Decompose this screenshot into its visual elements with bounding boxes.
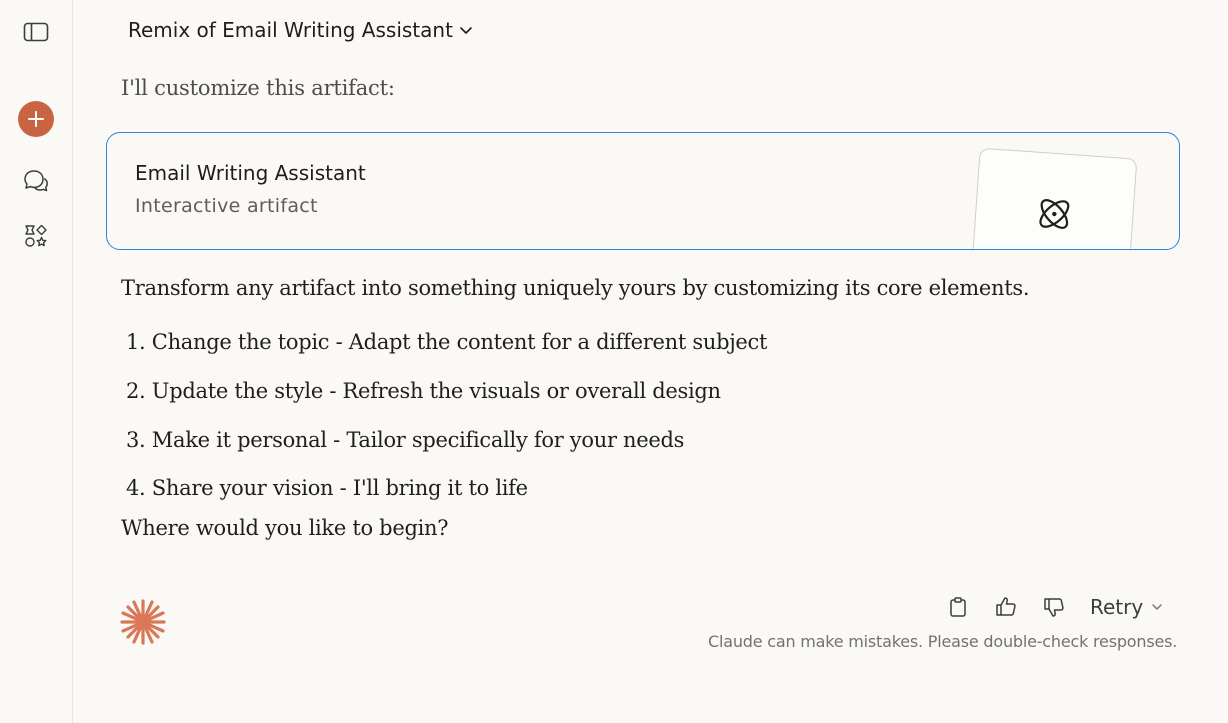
thumbs-down-icon (1044, 598, 1064, 617)
new-chat-button[interactable] (18, 101, 54, 137)
plus-icon (28, 111, 44, 127)
disclaimer-text: Claude can make mistakes. Please double-… (708, 632, 1178, 651)
claude-spark-icon (120, 599, 166, 645)
projects-button[interactable] (18, 218, 54, 254)
list-item: 2. Update the style - Refresh the visual… (126, 379, 721, 403)
list-item: 3. Make it personal - Tailor specificall… (126, 428, 685, 452)
closing-text: Where would you like to begin? (121, 516, 449, 540)
chat-bubbles-icon (24, 170, 48, 192)
chats-button[interactable] (18, 163, 54, 199)
clipboard-icon (950, 597, 966, 617)
message-actions: Retry (944, 593, 1163, 621)
artifact-card[interactable]: Email Writing Assistant Interactive arti… (106, 132, 1180, 250)
thumbs-up-icon (996, 597, 1016, 616)
sidebar-toggle-icon (23, 22, 49, 42)
list-item: 4. Share your vision - I'll bring it to … (126, 476, 528, 500)
intro-text: I'll customize this artifact: (121, 76, 395, 100)
thumbs-up-button[interactable] (992, 593, 1020, 621)
chevron-down-icon (1152, 604, 1162, 610)
chevron-down-icon (460, 27, 472, 34)
list-item: 1. Change the topic - Adapt the content … (126, 330, 768, 354)
sidebar (0, 0, 73, 723)
artifact-title: Email Writing Assistant (135, 161, 366, 185)
thumbs-down-button[interactable] (1040, 593, 1068, 621)
copy-button[interactable] (944, 593, 972, 621)
conversation-title-dropdown[interactable]: Remix of Email Writing Assistant (128, 18, 473, 42)
conversation-title: Remix of Email Writing Assistant (128, 18, 453, 42)
artifact-subtitle: Interactive artifact (135, 195, 318, 217)
atom-icon (1039, 199, 1070, 229)
sidebar-toggle-button[interactable] (18, 14, 54, 50)
retry-label: Retry (1090, 595, 1144, 619)
retry-button[interactable]: Retry (1090, 595, 1163, 619)
shapes-icon (25, 224, 47, 247)
description-text: Transform any artifact into something un… (121, 276, 1030, 300)
artifact-thumbnail (970, 147, 1138, 249)
